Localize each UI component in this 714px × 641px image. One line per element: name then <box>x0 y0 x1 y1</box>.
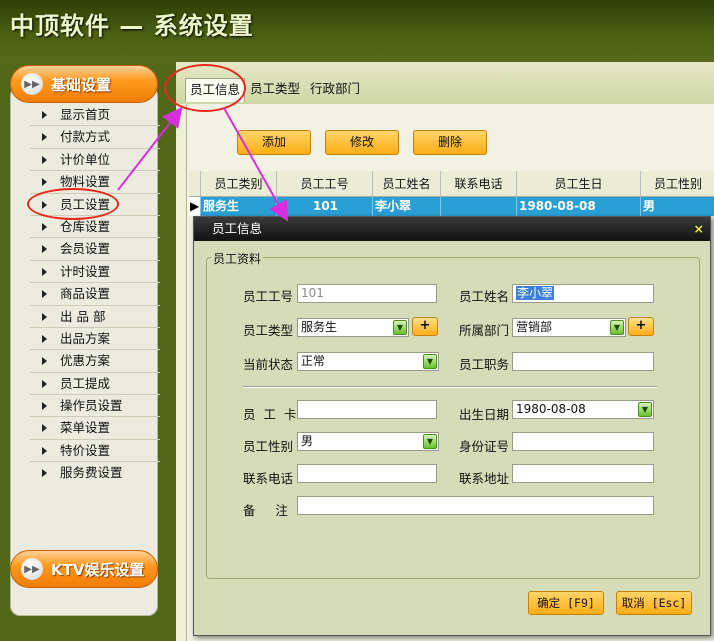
annotation-arrows <box>117 106 288 222</box>
